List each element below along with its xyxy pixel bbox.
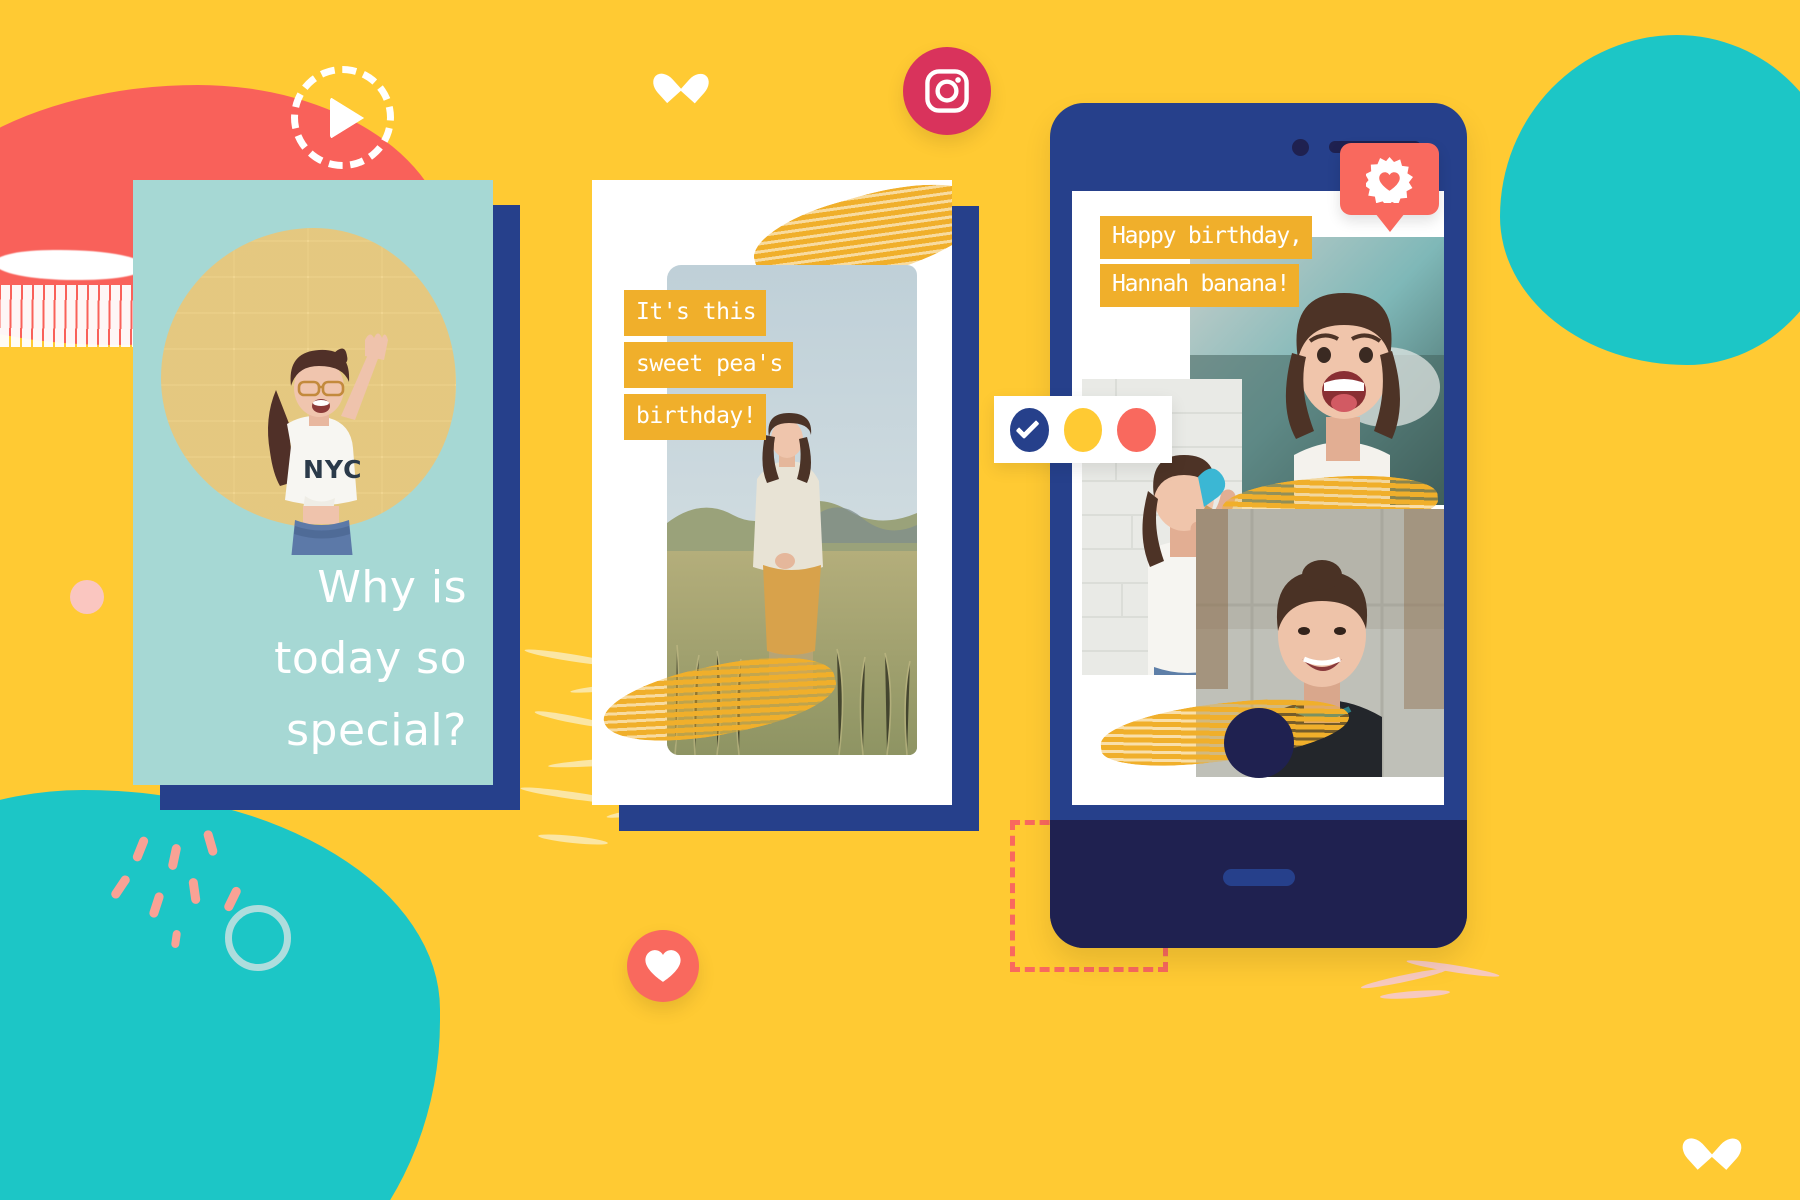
color-swatch-toolbar[interactable] xyxy=(994,396,1172,463)
story-card-1[interactable]: NYC Why is today so special? xyxy=(133,180,493,785)
like-notification-badge[interactable] xyxy=(1340,143,1439,215)
phone-tag-1: Happy birthday, xyxy=(1100,216,1312,259)
pink-scribble-bottom-right xyxy=(1360,957,1500,1005)
heart-icon xyxy=(645,950,681,982)
story-1-headline: Why is today so special? xyxy=(133,552,467,766)
white-heart-decoration-bottom-right xyxy=(1692,1126,1732,1162)
check-icon xyxy=(1015,414,1040,439)
story-card-2[interactable]: It's this sweet pea's birthday! xyxy=(592,180,952,805)
swatch-coral[interactable] xyxy=(1117,407,1157,452)
headline-line-3: special? xyxy=(286,704,467,756)
story-2-tag-3: birthday! xyxy=(624,394,767,440)
pink-confetti-decoration xyxy=(109,829,270,950)
story-2-tag-2: sweet pea's xyxy=(624,342,793,388)
svg-text:NYC: NYC xyxy=(303,455,362,484)
story-2-tag-1: It's this xyxy=(624,290,767,336)
instagram-badge[interactable] xyxy=(903,47,991,135)
headline-line-2: today so xyxy=(274,633,467,685)
phone-tag-2: Hannah banana! xyxy=(1100,264,1300,307)
headline-line-1: Why is xyxy=(317,562,467,613)
phone-home-button[interactable] xyxy=(1223,708,1294,778)
like-heart-badge[interactable] xyxy=(627,930,699,1002)
pink-dot-decoration xyxy=(70,580,104,614)
story-1-photo: NYC xyxy=(133,180,493,555)
play-icon xyxy=(330,96,364,139)
white-heart-decoration-top xyxy=(662,62,700,96)
play-button-badge[interactable] xyxy=(291,66,394,169)
phone-front-camera xyxy=(1292,139,1309,156)
story-2-tag-stack: It's this sweet pea's birthday! xyxy=(624,290,793,446)
phone-home-indicator[interactable] xyxy=(1222,869,1295,886)
instagram-icon xyxy=(925,69,969,113)
swatch-yellow[interactable] xyxy=(1063,407,1103,452)
phone-tag-stack: Happy birthday, Hannah banana! xyxy=(1100,216,1312,312)
like-burst-icon xyxy=(1364,156,1413,206)
white-dashed-brush-left xyxy=(0,285,155,347)
poster-canvas: NYC Why is today so special? It's this s… xyxy=(0,0,1800,1200)
woman-peace-sign-illustration: NYC xyxy=(268,333,388,555)
swatch-navy-selected[interactable] xyxy=(1010,407,1049,452)
teal-blob-top-right xyxy=(1500,35,1800,365)
